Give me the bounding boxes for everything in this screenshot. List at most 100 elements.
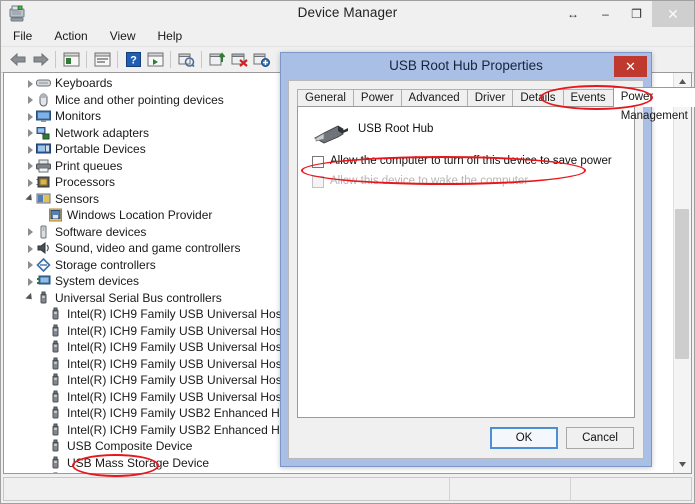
status-bar bbox=[3, 477, 692, 501]
update-driver-icon[interactable] bbox=[175, 49, 197, 70]
tab-power[interactable]: Power bbox=[352, 89, 402, 107]
toolbar-separator bbox=[170, 51, 171, 68]
back-arrow-icon[interactable] bbox=[7, 49, 29, 70]
dialog-titlebar: USB Root Hub Properties ✕ bbox=[281, 53, 651, 80]
tree-item-label: Processors bbox=[55, 175, 116, 190]
tree-item-label: Network adapters bbox=[55, 125, 150, 140]
device-name-label: USB Root Hub bbox=[358, 122, 434, 135]
scroll-down-arrow-icon[interactable] bbox=[674, 456, 691, 473]
window-controls: ↔ ‒ ❐ ✕ bbox=[556, 1, 694, 27]
tree-collapse-toggle-icon[interactable] bbox=[25, 193, 36, 204]
mouse-icon bbox=[36, 93, 51, 107]
tree-item-label: Storage controllers bbox=[55, 257, 156, 272]
tab-details[interactable]: Details bbox=[512, 89, 564, 107]
show-hide-console-tree-icon[interactable] bbox=[60, 49, 82, 70]
tree-scrollbar-thumb[interactable] bbox=[675, 209, 689, 359]
usb-icon bbox=[48, 456, 63, 470]
tree-expand-toggle-icon[interactable] bbox=[25, 177, 36, 188]
tab-driver[interactable]: Driver bbox=[466, 89, 514, 107]
tree-item-label: Portable Devices bbox=[55, 142, 146, 157]
allow-wake-computer-checkbox bbox=[312, 176, 324, 188]
tab-events[interactable]: Events bbox=[562, 89, 614, 107]
menu-help[interactable]: Help bbox=[158, 27, 183, 46]
svg-text:?: ? bbox=[130, 55, 137, 67]
resize-cursor-icon[interactable]: ↔ bbox=[556, 1, 590, 27]
tree-item-label: Sensors bbox=[55, 191, 100, 206]
tree-item-label: Intel(R) ICH9 Family USB2 Enhanced Host … bbox=[67, 406, 308, 421]
tree-item-label: Intel(R) ICH9 Family USB Universal Host … bbox=[67, 307, 304, 322]
tree-item-label: Monitors bbox=[55, 109, 102, 124]
power-management-tab-page: USB Root Hub Allow the computer to turn … bbox=[297, 106, 635, 418]
dialog-button-row: OK Cancel bbox=[482, 427, 634, 449]
menu-bar: File Action View Help bbox=[1, 27, 694, 47]
toolbar-separator bbox=[86, 51, 87, 68]
dialog-close-button[interactable]: ✕ bbox=[614, 56, 647, 77]
usb-icon bbox=[48, 373, 63, 387]
properties-icon[interactable] bbox=[91, 49, 113, 70]
usb-icon bbox=[48, 340, 63, 354]
enable-device-icon[interactable] bbox=[206, 49, 228, 70]
allow-wake-computer-row: Allow this device to wake the computer bbox=[298, 175, 634, 188]
tree-expand-toggle-icon[interactable] bbox=[25, 259, 36, 270]
location-provider-icon bbox=[48, 208, 63, 222]
toolbar-separator bbox=[117, 51, 118, 68]
minimize-button[interactable]: ‒ bbox=[590, 1, 621, 27]
allow-turn-off-device-checkbox[interactable] bbox=[312, 156, 324, 168]
tree-item-label: Intel(R) ICH9 Family USB Universal Host … bbox=[67, 373, 304, 388]
ok-button[interactable]: OK bbox=[490, 427, 558, 449]
software-device-icon bbox=[36, 225, 51, 239]
allow-turn-off-device-row[interactable]: Allow the computer to turn off this devi… bbox=[298, 155, 634, 168]
usb-icon bbox=[36, 291, 51, 305]
tree-expand-toggle-icon[interactable] bbox=[25, 160, 36, 171]
tree-item-label: Intel(R) ICH9 Family USB Universal Host … bbox=[67, 340, 304, 355]
monitor-icon bbox=[36, 109, 51, 123]
help-icon[interactable]: ? bbox=[122, 49, 144, 70]
add-legacy-hardware-icon[interactable] bbox=[250, 49, 272, 70]
tab-power-management[interactable]: Power Management bbox=[612, 87, 695, 122]
uninstall-device-icon[interactable] bbox=[228, 49, 250, 70]
toolbar-separator bbox=[201, 51, 202, 68]
usb-icon bbox=[48, 307, 63, 321]
network-icon bbox=[36, 126, 51, 140]
tree-expand-toggle-icon[interactable] bbox=[25, 243, 36, 254]
close-button[interactable]: ✕ bbox=[652, 1, 694, 27]
tree-expand-toggle-icon[interactable] bbox=[25, 94, 36, 105]
sensor-icon bbox=[36, 192, 51, 206]
status-pane-secondary bbox=[450, 478, 571, 500]
usb-icon bbox=[48, 439, 63, 453]
forward-arrow-icon[interactable] bbox=[29, 49, 51, 70]
usb-icon bbox=[48, 423, 63, 437]
tree-expand-toggle-icon[interactable] bbox=[25, 78, 36, 89]
tab-general[interactable]: General bbox=[297, 89, 354, 107]
tree-expand-toggle-icon[interactable] bbox=[25, 111, 36, 122]
tree-item-label: Intel(R) ICH9 Family USB Universal Host … bbox=[67, 389, 304, 404]
tree-item-label: USB Root Hub bbox=[67, 471, 146, 473]
tree-expand-toggle-icon[interactable] bbox=[25, 144, 36, 155]
scan-for-hardware-changes-icon[interactable] bbox=[144, 49, 166, 70]
tree-item-label: Intel(R) ICH9 Family USB Universal Host … bbox=[67, 356, 304, 371]
tree-collapse-toggle-icon[interactable] bbox=[25, 292, 36, 303]
tree-expand-toggle-icon[interactable] bbox=[25, 127, 36, 138]
tree-expand-toggle-icon[interactable] bbox=[25, 226, 36, 237]
menu-action[interactable]: Action bbox=[54, 27, 87, 46]
tree-item-label: Print queues bbox=[55, 158, 123, 173]
menu-file[interactable]: File bbox=[13, 27, 32, 46]
status-pane-main bbox=[4, 478, 450, 500]
cancel-button[interactable]: Cancel bbox=[566, 427, 634, 449]
tree-item[interactable]: USB Root Hub bbox=[4, 471, 674, 473]
tree-item-label: Sound, video and game controllers bbox=[55, 241, 241, 256]
tree-vertical-scrollbar[interactable] bbox=[673, 73, 691, 473]
maximize-button[interactable]: ❐ bbox=[621, 1, 652, 27]
power-options-group: Allow the computer to turn off this devi… bbox=[298, 155, 634, 188]
portable-device-icon bbox=[36, 142, 51, 156]
printer-icon bbox=[36, 159, 51, 173]
usb-icon bbox=[48, 324, 63, 338]
tab-advanced[interactable]: Advanced bbox=[400, 89, 468, 107]
dialog-body: General Power Advanced Driver Details Events P… bbox=[288, 80, 695, 459]
menu-view[interactable]: View bbox=[110, 27, 136, 46]
checkbox-label: Allow this device to wake the computer bbox=[330, 175, 529, 187]
tree-expand-toggle-icon[interactable] bbox=[25, 276, 36, 287]
device-manager-window: Device Manager ↔ ‒ ❐ ✕ File Action View … bbox=[0, 0, 695, 504]
dialog-tabstrip: General Power Advanced Driver Details Events P… bbox=[289, 81, 695, 122]
tree-item-label: Windows Location Provider bbox=[67, 208, 213, 223]
